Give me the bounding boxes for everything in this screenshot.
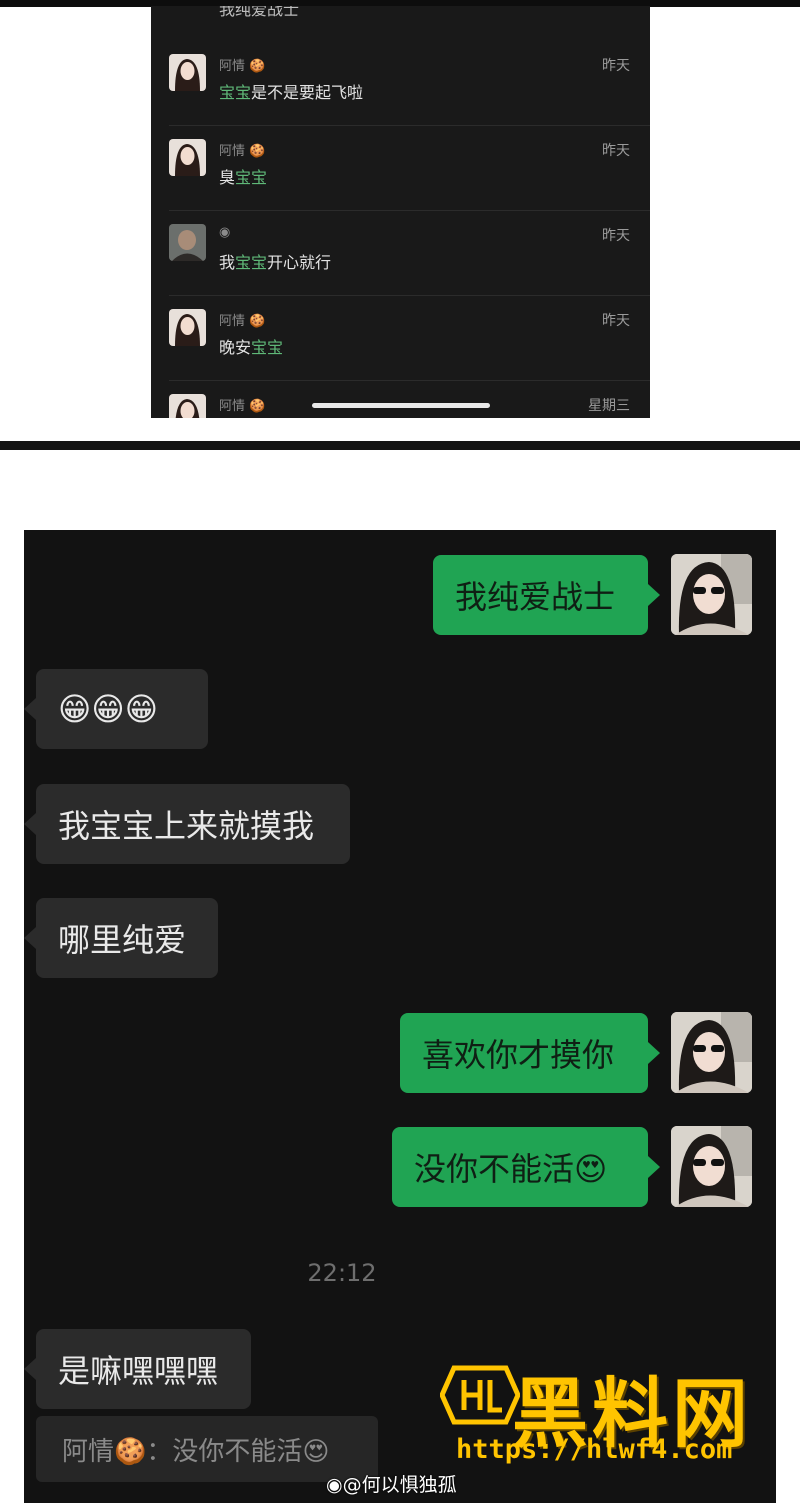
comment-time: 昨天 [602, 143, 630, 159]
commenter-name: 阿情 🍪 [219, 314, 266, 329]
cookie-icon: 🍪 [249, 314, 266, 329]
message-bubble-sent[interactable]: 没你不能活😍 [392, 1127, 660, 1207]
grin-emoji: 😁😁😁 [58, 690, 159, 728]
comment-list: 我纯爱战士 阿情 🍪 宝宝是不是要起飞啦 昨天 阿情 🍪 臭宝宝 昨天 ◉ 我宝… [151, 6, 650, 418]
avatar[interactable] [169, 54, 206, 91]
home-indicator[interactable] [312, 403, 490, 408]
avatar[interactable] [169, 309, 206, 346]
watermark-url: https://hlwf4.com [456, 1434, 733, 1465]
comment-time: 星期三 [588, 398, 630, 414]
avatar[interactable] [169, 224, 206, 261]
avatar[interactable] [671, 1126, 752, 1207]
avatar[interactable] [169, 394, 206, 418]
message-bubble-received[interactable]: 我宝宝上来就摸我 [24, 784, 350, 864]
watermark-logo-icon [440, 1365, 520, 1425]
commenter-name: 阿情 🍪 [219, 59, 266, 74]
comment-item[interactable]: 阿情 🍪 臭宝宝 昨天 [151, 126, 650, 211]
message-bubble-received[interactable]: 哪里纯爱 [24, 898, 218, 978]
avatar[interactable] [671, 1012, 752, 1093]
eye-icon: ◉ [219, 225, 231, 240]
weibo-icon: ◉ [326, 1474, 343, 1496]
section-divider [0, 441, 800, 450]
comment-item[interactable]: 阿情 🍪 晚安宝宝 昨天 [151, 296, 650, 381]
comment-item[interactable]: ◉ 我宝宝开心就行 昨天 [151, 211, 650, 296]
cookie-icon: 🍪 [249, 59, 266, 74]
commenter-name: ◉ [219, 225, 230, 240]
message-bubble-received[interactable]: 😁😁😁 [24, 669, 208, 749]
message-bubble-received[interactable]: 是嘛嘿嘿嘿 [24, 1329, 251, 1409]
message-bubble-sent[interactable]: 喜欢你才摸你 [400, 1013, 660, 1093]
comment-item[interactable]: 阿情 🍪 星期三 [151, 381, 650, 418]
cookie-icon: 🍪 [249, 144, 266, 159]
cookie-icon: 🍪 [249, 399, 266, 414]
avatar[interactable] [169, 139, 206, 176]
comment-time: 昨天 [602, 313, 630, 329]
avatar[interactable] [671, 554, 752, 635]
message-bubble-sent[interactable]: 我纯爱战士 [433, 555, 660, 635]
comment-time: 昨天 [602, 228, 630, 244]
weibo-handle: ◉@何以惧独孤 [326, 1474, 457, 1496]
comment-item[interactable]: 阿情 🍪 宝宝是不是要起飞啦 昨天 [151, 41, 650, 126]
commenter-name: 阿情 🍪 [219, 399, 266, 414]
partial-comment-text: 我纯爱战士 [219, 6, 300, 19]
comment-text: 臭宝宝 [219, 168, 268, 187]
comment-time: 昨天 [602, 58, 630, 74]
comment-text: 我宝宝开心就行 [219, 253, 332, 272]
message-timestamp: 22:12 [307, 1259, 377, 1287]
commenter-name: 阿情 🍪 [219, 144, 266, 159]
comment-text: 晚安宝宝 [219, 338, 284, 357]
comment-text: 宝宝是不是要起飞啦 [219, 83, 364, 102]
